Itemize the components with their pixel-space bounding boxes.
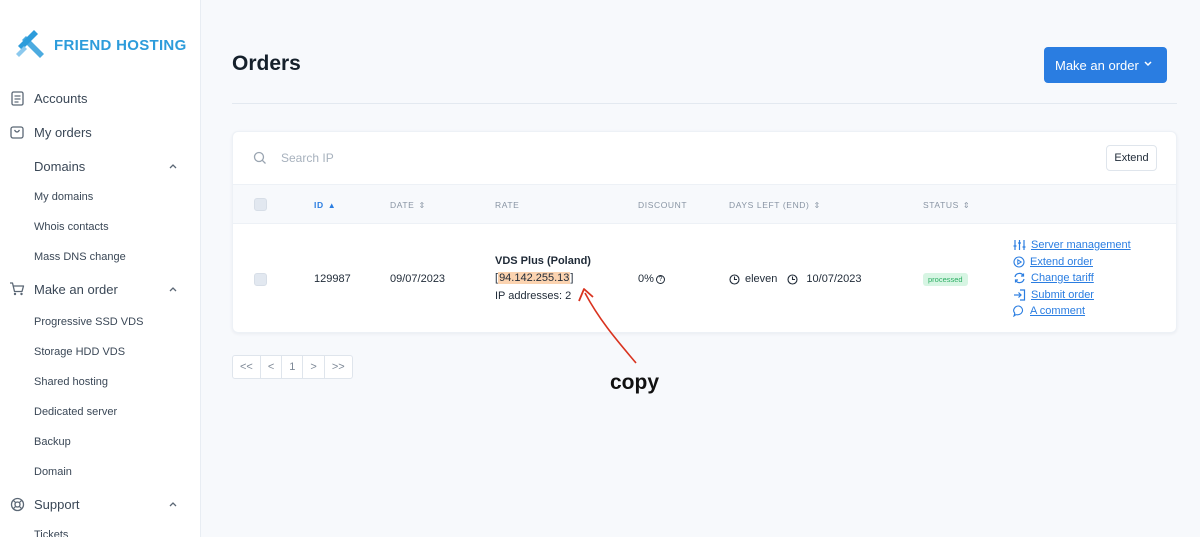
sidebar-subitem-mass-dns-change[interactable]: Mass DNS change [34,251,126,263]
column-discount: DISCOUNT [638,200,687,210]
rate-name: VDS Plus (Poland) [495,255,591,267]
days-left-value: eleven [745,273,778,285]
clock-icon [787,273,798,285]
chevron-down-icon [1144,61,1152,67]
annotation-label: copy [610,371,660,394]
ip-bracket-close: ] [570,272,574,284]
sidebar-item-my-orders[interactable]: My orders [0,119,200,145]
column-label: STATUS [923,200,959,210]
status-badge: processed [923,273,968,286]
days-left-cell: eleven 10/07/2023 [729,273,861,285]
sidebar-item-label: Accounts [34,90,88,106]
submit-order-link[interactable]: Submit order [1013,289,1094,301]
action-label: Submit order [1031,289,1094,301]
sidebar-subitem-progressive-ssd-vds[interactable]: Progressive SSD VDS [34,316,143,328]
comment-icon [1013,305,1024,317]
brand-logo-icon [16,30,44,58]
annotation-arrow-icon [578,288,637,364]
chevron-up-icon [169,502,177,507]
action-label: Extend order [1030,256,1093,268]
column-status[interactable]: STATUS ⇕ [923,200,970,210]
chevron-up-icon [169,287,177,292]
sidebar-item-make-order[interactable]: Make an order [0,276,200,302]
make-order-button[interactable]: Make an order [1044,47,1167,83]
sidebar-subitem-dedicated-server[interactable]: Dedicated server [34,406,117,418]
search-icon [253,151,266,164]
page-title: Orders [232,52,301,75]
column-date[interactable]: DATE ⇕ [390,200,426,210]
pagination: << < 1 > >> [232,355,353,379]
brand-name: FRIEND HOSTING [54,36,187,54]
server-management-link[interactable]: Server management [1013,239,1131,251]
sidebar-item-label: My orders [34,124,92,140]
page-next[interactable]: > [303,356,325,378]
action-label: Change tariff [1031,272,1094,284]
document-icon [9,90,25,106]
info-icon[interactable]: ? [655,275,665,284]
sidebar-item-support[interactable]: Support [0,491,200,517]
sort-icon: ⇕ [813,200,821,210]
column-label: DATE [390,200,415,210]
ip-line: [94.142.255.13] [495,272,573,284]
sidebar-subitem-shared-hosting[interactable]: Shared hosting [34,376,108,388]
sort-icon: ⇕ [962,200,971,210]
sidebar: FRIEND HOSTING Accounts My orders Domain… [0,0,201,537]
sort-icon: ⇕ [418,200,426,210]
bag-icon [9,124,25,140]
page-number[interactable]: 1 [282,356,304,378]
sidebar-item-domains[interactable]: Domains [0,153,200,179]
header-divider [232,103,1177,104]
make-order-label: Make an order [1055,57,1139,73]
extend-button[interactable]: Extend [1106,145,1157,171]
sidebar-subitem-whois-contacts[interactable]: Whois contacts [34,221,109,233]
sidebar-subitem-storage-hdd-vds[interactable]: Storage HDD VDS [34,346,125,358]
column-label: RATE [495,200,520,210]
order-date: 09/07/2023 [390,273,446,285]
refresh-icon [1014,272,1025,284]
column-label: DISCOUNT [638,200,688,210]
sidebar-item-accounts[interactable]: Accounts [0,85,200,111]
row-checkbox[interactable] [254,273,267,286]
column-label: DAYS LEFT (END) [729,200,810,210]
table-header: ID ▲ DATE ⇕ RATE DISCOUNT DAYS LEFT (END) ⇕… [233,184,1176,224]
page-prev[interactable]: < [261,356,283,378]
page-last[interactable]: >> [325,356,352,378]
page-first[interactable]: << [233,356,261,378]
sort-asc-icon: ▲ [327,200,337,210]
sidebar-item-label: Domains [34,158,86,174]
order-id: 129987 [314,273,351,285]
column-id[interactable]: ID ▲ [314,200,336,210]
action-label: A comment [1030,305,1086,317]
chevron-up-icon [169,164,177,169]
select-all-checkbox[interactable] [254,198,267,211]
ip-address[interactable]: 94.142.255.13 [498,272,571,284]
sliders-icon [1013,240,1026,250]
comment-link[interactable]: A comment [1013,305,1085,317]
action-label: Server management [1031,239,1131,251]
orders-card: Extend ID▲ DATE⇕ RATE DISCOUNT DAYS LEFT… [232,131,1177,333]
column-label: ID [314,200,324,210]
sidebar-subitem-my-domains[interactable]: My domains [34,191,93,203]
play-circle-icon [1013,256,1025,268]
clock-icon [729,273,740,285]
sidebar-subitem-tickets[interactable]: Tickets [34,529,68,537]
sign-in-icon [1014,289,1026,301]
sidebar-item-label: Support [34,496,80,512]
search-input[interactable] [281,147,681,169]
sidebar-subitem-domain[interactable]: Domain [34,466,72,478]
column-days-left[interactable]: DAYS LEFT (END) ⇕ [729,200,821,210]
logo[interactable]: FRIEND HOSTING [12,24,187,62]
end-date-value: 10/07/2023 [806,273,862,285]
extend-order-link[interactable]: Extend order [1013,256,1093,268]
change-tariff-link[interactable]: Change tariff [1013,272,1094,284]
sidebar-subitem-backup[interactable]: Backup [34,436,71,448]
sidebar-item-label: Make an order [34,281,118,297]
ip-count: IP addresses: 2 [495,290,572,302]
lifebuoy-icon [9,496,25,512]
column-rate: RATE [495,200,519,210]
cart-icon [9,281,25,297]
